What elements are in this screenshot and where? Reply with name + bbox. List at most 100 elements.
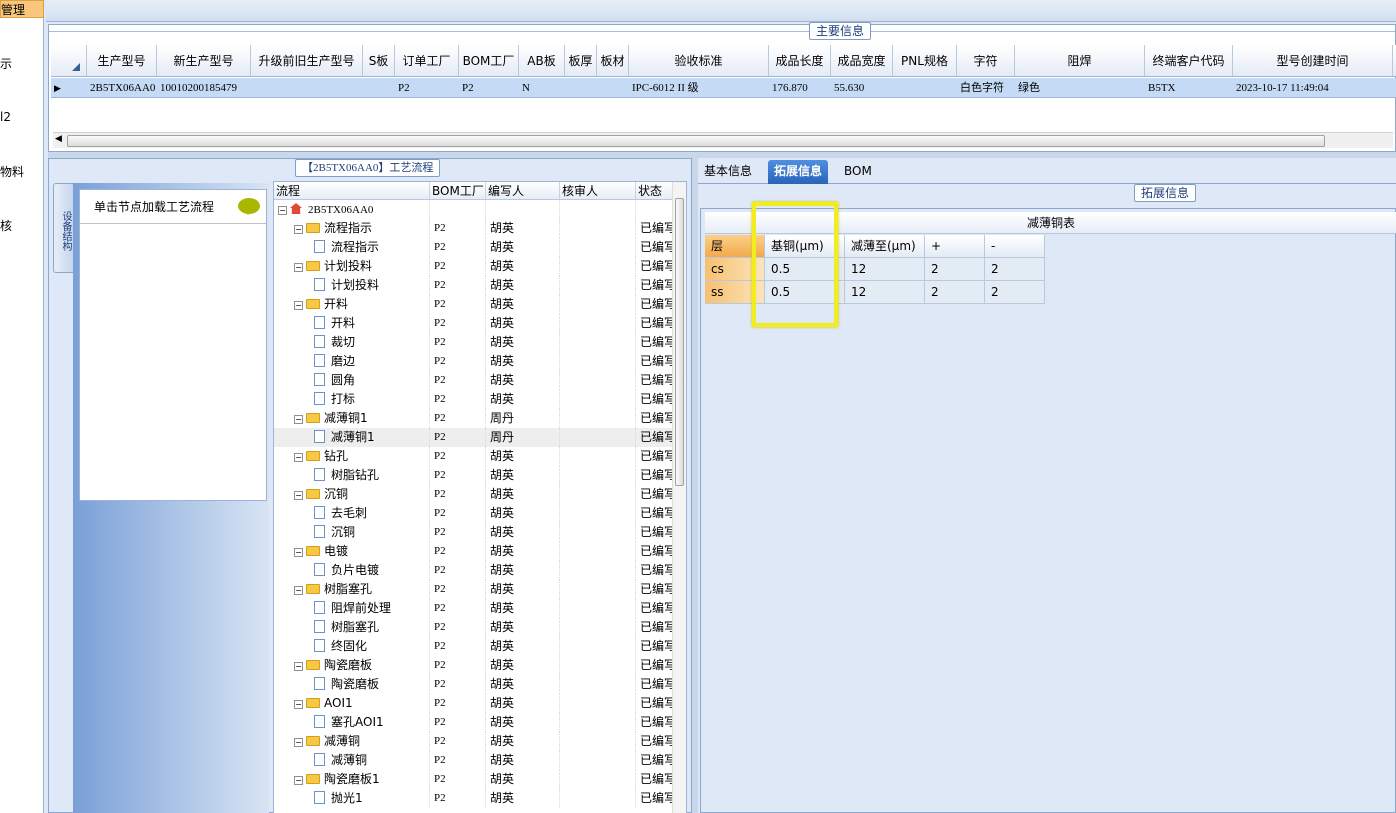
tree-node[interactable]: 树脂塞孔	[274, 618, 430, 637]
tree-column-header[interactable]: 核审人	[560, 182, 636, 199]
column-header[interactable]: 板材	[597, 45, 629, 76]
tree-node[interactable]: 开料	[274, 314, 430, 333]
tree-row[interactable]: − 减薄铜 P2 胡英 已编写	[274, 732, 686, 751]
table-cell[interactable]: 2	[985, 258, 1045, 281]
column-header[interactable]: AB板	[519, 45, 565, 76]
nav-item[interactable]: 示	[0, 55, 44, 72]
column-header[interactable]: BOM工厂	[459, 45, 519, 76]
column-header[interactable]: 成品宽度	[831, 45, 893, 76]
tree-row[interactable]: 打标 P2 胡英 已编写	[274, 390, 686, 409]
tree-node[interactable]: 负片电镀	[274, 561, 430, 580]
tree-row[interactable]: 减薄铜1 P2 周丹 已编写	[274, 428, 686, 447]
collapse-icon[interactable]: −	[294, 415, 303, 424]
grid-cell[interactable]: 2B5TX06AA0	[87, 78, 157, 97]
tree-column-header[interactable]: 编写人	[486, 182, 560, 199]
tree-column-header[interactable]: 流程	[274, 182, 430, 199]
collapse-icon[interactable]: −	[294, 491, 303, 500]
tree-node[interactable]: 流程指示	[274, 238, 430, 257]
column-header[interactable]: 生产型号	[87, 45, 157, 76]
tree-node[interactable]: − 流程指示	[274, 219, 430, 238]
tree-row[interactable]: − 陶瓷磨板1 P2 胡英 已编写	[274, 770, 686, 789]
tree-row[interactable]: 圆角 P2 胡英 已编写	[274, 371, 686, 390]
grid-cell[interactable]: 10010200185479	[157, 78, 251, 97]
tree-node[interactable]: 圆角	[274, 371, 430, 390]
table-column-header[interactable]: 减薄至(μm)	[845, 235, 925, 258]
tree-row[interactable]: − AOI1 P2 胡英 已编写	[274, 694, 686, 713]
tree-row[interactable]: − 陶瓷磨板 P2 胡英 已编写	[274, 656, 686, 675]
tab-bom[interactable]: BOM	[838, 160, 878, 184]
grid-cell[interactable]: 绿色	[1015, 78, 1145, 97]
grid-cell[interactable]: P2	[395, 78, 459, 97]
tree-row[interactable]: 流程指示 P2 胡英 已编写	[274, 238, 686, 257]
tree-node[interactable]: 终固化	[274, 637, 430, 656]
nav-item[interactable]: 物料	[0, 163, 44, 180]
nav-item[interactable]: 核	[0, 217, 44, 234]
tree-row[interactable]: 去毛刺 P2 胡英 已编写	[274, 504, 686, 523]
tree-row[interactable]: − 开料 P2 胡英 已编写	[274, 295, 686, 314]
collapse-icon[interactable]: −	[294, 301, 303, 310]
tree-row[interactable]: 终固化 P2 胡英 已编写	[274, 637, 686, 656]
grid-cell[interactable]	[565, 78, 597, 97]
column-header[interactable]: S板	[363, 45, 395, 76]
table-cell[interactable]: 2	[925, 258, 985, 281]
column-header[interactable]: 新生产型号	[157, 45, 251, 76]
tree-node[interactable]: 磨边	[274, 352, 430, 371]
table-cell[interactable]: 12	[845, 258, 925, 281]
tree-node[interactable]: − 树脂塞孔	[274, 580, 430, 599]
tree-node[interactable]: 阻焊前处理	[274, 599, 430, 618]
tree-row[interactable]: 开料 P2 胡英 已编写	[274, 314, 686, 333]
tree-node[interactable]: 树脂钻孔	[274, 466, 430, 485]
tree-row[interactable]: − 树脂塞孔 P2 胡英 已编写	[274, 580, 686, 599]
collapse-icon[interactable]: −	[294, 225, 303, 234]
grid-cell[interactable]: 55.630	[831, 78, 893, 97]
tree-node[interactable]: 裁切	[274, 333, 430, 352]
grid-cell[interactable]	[893, 78, 957, 97]
tree-node[interactable]: 沉铜	[274, 523, 430, 542]
table-cell[interactable]: 2	[985, 281, 1045, 304]
tree-row[interactable]: 减薄铜 P2 胡英 已编写	[274, 751, 686, 770]
collapse-icon[interactable]: −	[294, 738, 303, 747]
tree-node[interactable]: − 计划投料	[274, 257, 430, 276]
collapse-icon[interactable]: −	[294, 700, 303, 709]
grid-cell[interactable]	[363, 78, 395, 97]
grid-cell[interactable]	[597, 78, 629, 97]
tree-row[interactable]: 阻焊前处理 P2 胡英 已编写	[274, 599, 686, 618]
tree-node[interactable]: 塞孔AOI1	[274, 713, 430, 732]
tree-row[interactable]: 磨边 P2 胡英 已编写	[274, 352, 686, 371]
table-cell[interactable]: 2	[925, 281, 985, 304]
column-header[interactable]: 升级前旧生产型号	[251, 45, 363, 76]
column-header[interactable]: 成品长度	[769, 45, 831, 76]
grid-cell[interactable]: 白色字符	[957, 78, 1015, 97]
column-header[interactable]: 型号创建时间	[1233, 45, 1393, 76]
tree-node[interactable]: 减薄铜	[274, 751, 430, 770]
tree-node[interactable]: − 开料	[274, 295, 430, 314]
tree-node[interactable]: − 沉铜	[274, 485, 430, 504]
tree-column-header[interactable]: BOM工厂	[430, 182, 486, 199]
tree-row[interactable]: 负片电镀 P2 胡英 已编写	[274, 561, 686, 580]
tree-node[interactable]: − 陶瓷磨板	[274, 656, 430, 675]
collapse-icon[interactable]: −	[294, 776, 303, 785]
column-header[interactable]: 板厚	[565, 45, 597, 76]
collapse-icon[interactable]: −	[278, 206, 287, 215]
horizontal-scrollbar[interactable]: ◀	[53, 132, 1393, 148]
tab-extended-info[interactable]: 拓展信息	[768, 160, 829, 184]
tree-node[interactable]: 减薄铜1	[274, 428, 430, 447]
main-grid-row[interactable]: ▶ 2B5TX06AA0 10010200185479 P2 P2 N IPC-6012 I…	[51, 78, 1396, 98]
grid-cell[interactable]: P2	[459, 78, 519, 97]
column-header[interactable]: PNL规格	[893, 45, 957, 76]
tab-basic-info[interactable]: 基本信息	[698, 160, 758, 184]
column-header[interactable]: 订单工厂	[395, 45, 459, 76]
tree-row[interactable]: − 计划投料 P2 胡英 已编写	[274, 257, 686, 276]
table-column-header[interactable]: -	[985, 235, 1045, 258]
tree-node[interactable]: − 电镀	[274, 542, 430, 561]
tree-node[interactable]: 计划投料	[274, 276, 430, 295]
tree-row[interactable]: − 沉铜 P2 胡英 已编写	[274, 485, 686, 504]
tree-node[interactable]: − 钻孔	[274, 447, 430, 466]
column-header[interactable]: 终端客户代码	[1145, 45, 1233, 76]
grid-cell[interactable]: 176.870	[769, 78, 831, 97]
tree-row[interactable]: 抛光1 P2 胡英 已编写	[274, 789, 686, 808]
grid-cell[interactable]: B5TX	[1145, 78, 1233, 97]
tree-node[interactable]: 打标	[274, 390, 430, 409]
tree-row[interactable]: 计划投料 P2 胡英 已编写	[274, 276, 686, 295]
grid-cell[interactable]	[251, 78, 363, 97]
